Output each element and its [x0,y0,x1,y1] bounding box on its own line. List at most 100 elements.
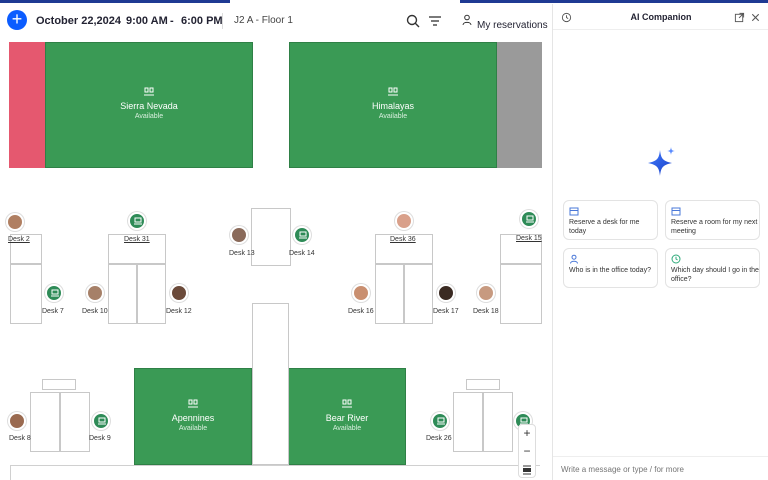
room-icon [188,399,198,408]
desk-7-label[interactable]: Desk 7 [42,308,64,315]
calendar-icon [671,207,681,216]
desk-16-label[interactable]: Desk 16 [348,308,374,315]
desk-13-label[interactable]: Desk 13 [229,250,255,257]
top-accent-bar-right [460,0,768,3]
room-name: Apennines [171,413,215,423]
room-icon [144,87,154,96]
room-status: Available [178,425,208,432]
desk-13-14-table [251,208,291,266]
desk-18-label[interactable]: Desk 18 [473,308,499,315]
desk-icon [51,289,59,297]
time-range-dash: - [170,15,174,27]
desk-18-table [500,264,542,324]
zoom-out-button[interactable]: − [519,443,535,461]
room-himalayas[interactable]: Himalayas Available [289,42,497,168]
my-reservations-button[interactable]: My reservations [462,13,548,31]
desk-7-pin[interactable] [45,284,63,302]
suggestion-text: Who is in the office today? [569,267,651,274]
desk-26-pin[interactable] [431,412,449,430]
avatar[interactable] [86,284,104,302]
avatar[interactable] [6,213,24,231]
location-selector[interactable]: J2 A - Floor 1 [234,15,293,26]
suggestion-which-day[interactable]: Which day should I go in the office? [665,248,760,288]
floor-wall-line-left [10,465,11,480]
header-divider [222,13,223,29]
add-reservation-button[interactable]: + [7,10,27,30]
avatar[interactable] [352,284,370,302]
desk-8-label[interactable]: Desk 8 [9,435,31,442]
room-name: Bear River [325,413,369,423]
person-icon [570,254,578,264]
desk-36-label[interactable]: Desk 36 [390,236,416,243]
desk-8-table [30,392,60,452]
close-icon[interactable] [750,12,761,23]
suggestion-text: Reserve a room for my next meeting [671,219,758,235]
desk-14-pin[interactable] [293,226,311,244]
filter-icon[interactable] [427,13,443,29]
desk-icon [437,417,445,425]
unavailable-room-partial [497,42,542,168]
occupied-room-partial[interactable] [9,42,47,168]
desk-26-27-top [466,379,500,390]
desk-9-label[interactable]: Desk 9 [89,435,111,442]
desk-27-table [483,392,513,452]
avatar[interactable] [477,284,495,302]
avatar[interactable] [170,284,188,302]
zoom-in-button[interactable]: + [519,425,535,443]
avatar[interactable] [395,212,413,230]
top-accent-bar-left [0,0,230,3]
avatar[interactable] [230,226,248,244]
recenter-icon [523,465,531,475]
room-sierra-nevada[interactable]: Sierra Nevada Available [45,42,253,168]
panel-header: AI Companion [553,4,768,30]
suggestion-who-in-office[interactable]: Who is in the office today? [563,248,658,288]
desk-10-label[interactable]: Desk 10 [82,308,108,315]
my-reservations-label: My reservations [477,20,548,31]
desk-10-table [108,264,137,324]
room-status: Available [378,113,408,120]
desk-14-label[interactable]: Desk 14 [289,250,315,257]
desk-icon [134,217,142,225]
avatar[interactable] [8,412,26,430]
desk-2-label[interactable]: Desk 2 [8,236,30,243]
desk-17-table [404,264,433,324]
suggestion-reserve-desk[interactable]: Reserve a desk for me today [563,200,658,240]
desk-15-pin[interactable] [520,210,538,228]
desk-icon [526,215,534,223]
desk-9-pin[interactable] [92,412,110,430]
room-icon [388,87,398,96]
desk-31-label[interactable]: Desk 31 [124,236,150,243]
desk-8-9-top [42,379,76,390]
message-input[interactable] [561,462,761,476]
floor-wall-line [10,465,540,466]
desk-17-label[interactable]: Desk 17 [433,308,459,315]
suggestion-text: Which day should I go in the office? [671,267,759,283]
desk-26-table [453,392,483,452]
date-picker[interactable]: October 22,2024 [36,15,121,27]
suggestion-reserve-room[interactable]: Reserve a room for my next meeting [665,200,760,240]
avatar[interactable] [437,284,455,302]
room-status: Available [332,425,362,432]
clock-icon [671,254,681,264]
room-name: Sierra Nevada [120,101,178,111]
ai-sparkle-icon [648,147,675,176]
room-status: Available [134,113,164,120]
room-apennines[interactable]: Apennines Available [134,368,252,465]
start-time-picker[interactable]: 9:00 AM [126,15,168,27]
suggestion-text: Reserve a desk for me today [569,219,640,235]
floor-map[interactable]: Sierra Nevada Available Himalayas Availa… [0,38,552,480]
end-time-picker[interactable]: 6:00 PM [181,15,223,27]
desk-31-pin[interactable] [128,212,146,230]
zoom-controls: + − [518,424,536,478]
search-icon[interactable] [405,13,421,29]
calendar-icon [569,207,579,216]
room-bear-river[interactable]: Bear River Available [288,368,406,465]
desk-26-label[interactable]: Desk 26 [426,435,452,442]
pop-out-icon[interactable] [734,12,745,23]
corridor-outline [252,303,289,465]
reservation-header: + October 22,2024 9:00 AM - 6:00 PM J2 A… [0,4,552,38]
room-name: Himalayas [371,101,414,111]
desk-15-label[interactable]: Desk 15 [516,235,542,242]
recenter-button[interactable] [519,461,535,479]
desk-12-label[interactable]: Desk 12 [166,308,192,315]
